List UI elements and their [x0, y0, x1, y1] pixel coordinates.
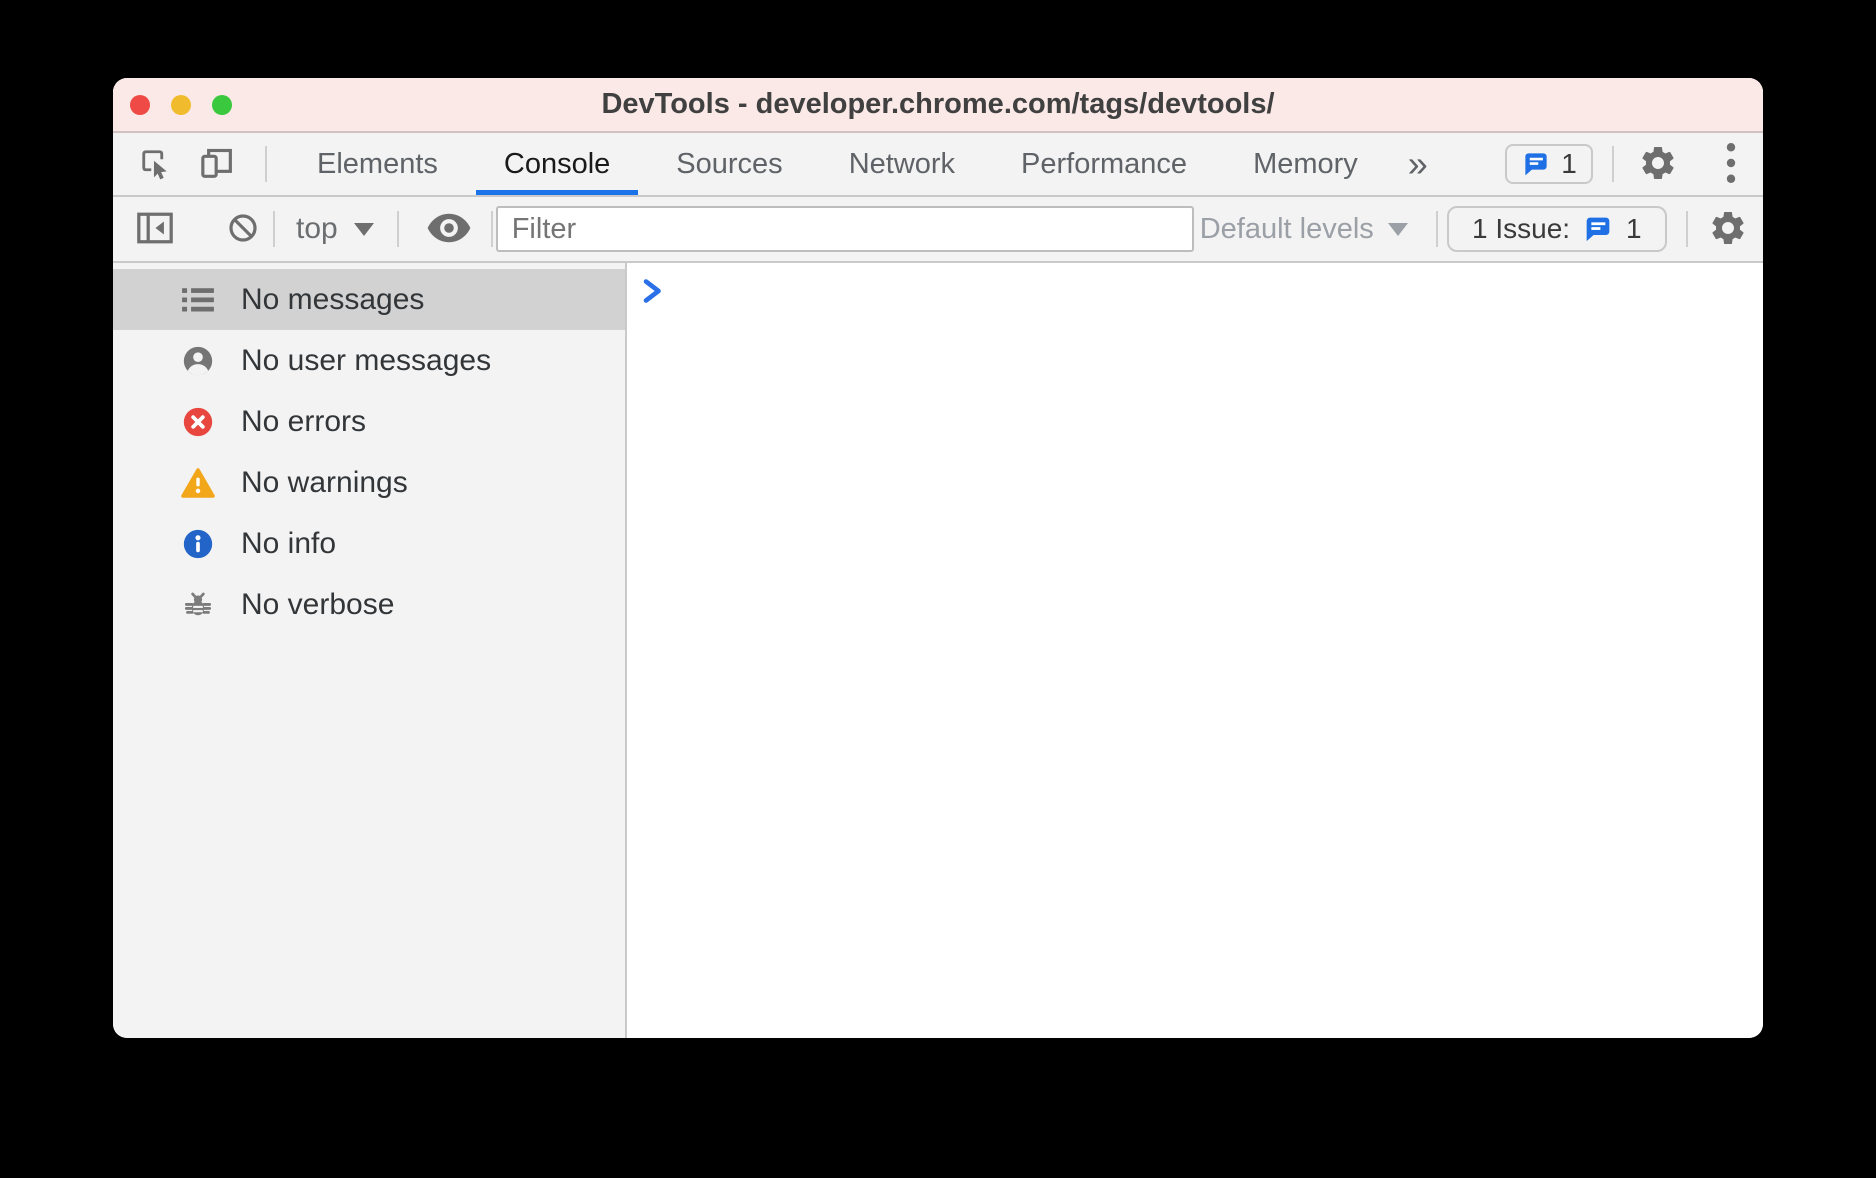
- chevron-down-icon: [1388, 223, 1408, 236]
- console-settings-button[interactable]: [1708, 208, 1748, 251]
- create-live-expression-button[interactable]: [425, 212, 473, 247]
- divider: [397, 211, 399, 247]
- window-title: DevTools - developer.chrome.com/tags/dev…: [113, 88, 1763, 121]
- customize-devtools-button[interactable]: [1720, 142, 1742, 187]
- sidebar-item-no-user-messages[interactable]: No user messages: [113, 330, 625, 391]
- sidebar-item-label: No errors: [241, 405, 366, 439]
- console-sidebar: No messages No user messages: [113, 263, 627, 1038]
- issues-chat-icon: [1521, 149, 1551, 179]
- javascript-context-selector[interactable]: top: [296, 212, 374, 246]
- minimize-button[interactable]: [171, 95, 191, 115]
- bug-icon: [180, 587, 216, 623]
- console-toolbar: top Default levels 1 Issue:: [113, 197, 1763, 263]
- divider: [1436, 211, 1438, 247]
- close-button[interactable]: [130, 95, 150, 115]
- sidebar-item-no-verbose[interactable]: No verbose: [113, 574, 625, 635]
- device-toolbar-button[interactable]: [197, 143, 237, 186]
- traffic-lights: [130, 78, 232, 131]
- sidebar-item-label: No warnings: [241, 466, 408, 500]
- chevron-down-icon: [354, 223, 374, 236]
- sidebar-item-no-messages[interactable]: No messages: [113, 269, 625, 330]
- divider: [1612, 146, 1614, 182]
- zoom-button[interactable]: [212, 95, 232, 115]
- screenshot-root: { "window": { "title": "DevTools - devel…: [0, 0, 1876, 1178]
- console-sidebar-toggle-button[interactable]: [135, 211, 175, 248]
- issues-counter-button[interactable]: 1 Issue: 1: [1447, 206, 1667, 252]
- list-icon: [180, 282, 216, 318]
- dock-side-icon: [135, 211, 175, 248]
- info-icon: [180, 526, 216, 562]
- settings-button[interactable]: [1638, 143, 1678, 186]
- panel-tabs: Elements Console Sources Network Perform…: [289, 133, 1440, 195]
- user-icon: [180, 343, 216, 379]
- gear-icon: [1638, 143, 1678, 186]
- inspect-cursor-icon: [137, 145, 173, 184]
- tab-sources[interactable]: Sources: [648, 133, 810, 195]
- gear-icon: [1708, 208, 1748, 251]
- console-panel-body: No messages No user messages: [113, 263, 1763, 1038]
- eye-icon: [425, 212, 473, 247]
- issues-chat-icon: [1582, 213, 1614, 245]
- log-levels-selector[interactable]: Default levels: [1200, 213, 1408, 246]
- kebab-menu-icon: [1725, 142, 1737, 187]
- console-messages-area[interactable]: [627, 263, 1763, 1038]
- divider: [1686, 211, 1688, 247]
- sidebar-item-label: No info: [241, 527, 336, 561]
- sidebar-item-no-errors[interactable]: No errors: [113, 391, 625, 452]
- filter-input[interactable]: [496, 206, 1194, 252]
- clear-console-button[interactable]: [227, 212, 259, 247]
- sidebar-item-label: No verbose: [241, 588, 394, 622]
- titlebar: DevTools - developer.chrome.com/tags/dev…: [113, 78, 1763, 133]
- issues-counter-count: 1: [1626, 213, 1642, 245]
- sidebar-item-label: No messages: [241, 283, 424, 317]
- issues-badge-count: 1: [1561, 148, 1577, 180]
- tab-memory[interactable]: Memory: [1225, 133, 1386, 195]
- issues-badge-button[interactable]: 1: [1505, 144, 1593, 184]
- inspect-element-button[interactable]: [137, 145, 173, 184]
- console-prompt-chevron-icon: [639, 278, 665, 309]
- tab-performance[interactable]: Performance: [993, 133, 1215, 195]
- error-icon: [180, 404, 216, 440]
- divider: [491, 211, 493, 247]
- sidebar-item-no-info[interactable]: No info: [113, 513, 625, 574]
- warning-icon: [180, 465, 216, 501]
- more-tabs-button[interactable]: »: [1396, 133, 1440, 195]
- ban-circle-icon: [227, 212, 259, 247]
- sidebar-item-no-warnings[interactable]: No warnings: [113, 452, 625, 513]
- tab-network[interactable]: Network: [821, 133, 983, 195]
- devtools-window: DevTools - developer.chrome.com/tags/dev…: [113, 78, 1763, 1038]
- tab-elements[interactable]: Elements: [289, 133, 466, 195]
- sidebar-item-label: No user messages: [241, 344, 491, 378]
- issues-counter-label: 1 Issue:: [1472, 213, 1570, 245]
- tab-bar: Elements Console Sources Network Perform…: [113, 133, 1763, 197]
- divider: [265, 146, 267, 182]
- chevron-double-right-icon: »: [1408, 143, 1428, 185]
- tab-console[interactable]: Console: [476, 133, 638, 195]
- device-toolbar-icon: [197, 143, 237, 186]
- divider: [273, 211, 275, 247]
